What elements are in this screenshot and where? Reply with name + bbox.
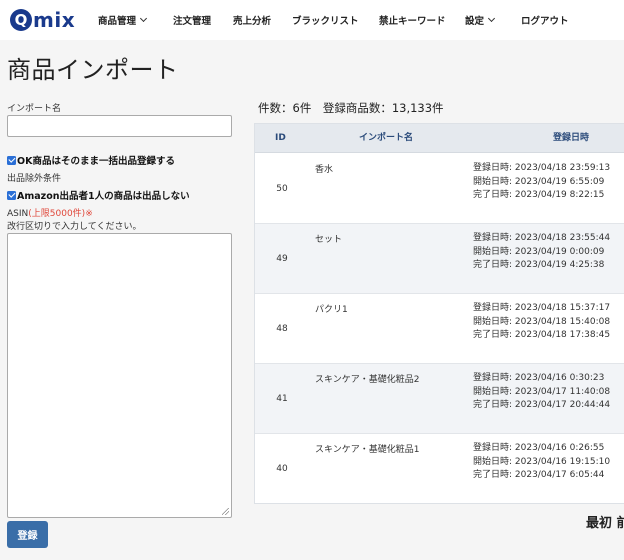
nav-logout[interactable]: ログアウト [521, 13, 569, 27]
completed-at: 完了日時: 2023/04/17 20:44:44 [473, 400, 611, 410]
completed-at: 完了日時: 2023/04/19 4:25:38 [473, 260, 605, 270]
column-header-import-name[interactable]: インポート名 [359, 124, 413, 153]
nav-label: 設定 [465, 16, 485, 27]
registered-at: 登録日時: 2023/04/16 0:30:23 [473, 373, 605, 383]
nav-settings[interactable]: 設定 [465, 13, 496, 27]
table-header: ID インポート名 登録日時 [255, 124, 624, 153]
registered-at: 登録日時: 2023/04/18 23:55:44 [473, 233, 611, 243]
amazon-seller-exclusion-label: Amazon出品者1人の商品は出品しない [17, 191, 190, 202]
row-import-name: 香水 [315, 165, 334, 175]
ok-bulk-listing-option[interactable]: OK商品はそのまま一括出品登録する [7, 153, 175, 167]
row-dates: 登録日時: 2023/04/16 0:30:23 開始日時: 2023/04/1… [473, 372, 610, 413]
qmix-logo[interactable]: Q mix [10, 8, 75, 32]
nav-label: ブラックリスト [292, 16, 359, 27]
row-dates: 登録日時: 2023/04/18 15:37:17 開始日時: 2023/04/… [473, 302, 610, 343]
asin-label-text: ASIN [7, 209, 29, 219]
completed-at: 完了日時: 2023/04/19 8:22:15 [473, 190, 605, 200]
import-table: ID インポート名 登録日時 50 香水 登録日時: 2023/04/18 23… [254, 123, 624, 504]
nav-order-management[interactable]: 注文管理 [173, 13, 211, 27]
row-import-name: パクリ1 [315, 305, 348, 315]
started-at: 開始日時: 2023/04/19 6:55:09 [473, 176, 605, 187]
row-id: 40 [276, 464, 288, 474]
column-header-id[interactable]: ID [275, 124, 286, 153]
completed-at: 完了日時: 2023/04/18 17:38:45 [473, 330, 611, 340]
started-at: 開始日時: 2023/04/18 15:40:08 [473, 316, 611, 327]
row-import-name: セット [315, 235, 343, 245]
registered-at: 登録日時: 2023/04/18 23:59:13 [473, 163, 611, 173]
top-navbar: Q mix 商品管理 注文管理 売上分析 ブラックリスト 禁止キーワード 設定 … [0, 0, 624, 40]
nav-blacklist[interactable]: ブラックリスト [292, 13, 359, 27]
registered-at: 登録日時: 2023/04/18 15:37:17 [473, 303, 611, 313]
column-header-registered-at[interactable]: 登録日時 [553, 124, 589, 153]
amazon-seller-exclusion-option[interactable]: Amazon出品者1人の商品は出品しない [7, 188, 190, 202]
row-id: 50 [276, 184, 288, 194]
pagination: 最初 前 [586, 512, 624, 531]
row-import-name: スキンケア・基礎化粧品2 [315, 375, 420, 385]
pager-first-link[interactable]: 最初 [586, 516, 612, 531]
ok-bulk-listing-checkbox[interactable] [7, 155, 16, 165]
table-row[interactable]: 40 スキンケア・基礎化粧品1 登録日時: 2023/04/16 0:26:55… [255, 434, 624, 503]
nav-label: ログアウト [521, 16, 569, 27]
pager-prev-link[interactable]: 前 [617, 516, 624, 531]
started-at: 開始日時: 2023/04/17 11:40:08 [473, 386, 611, 397]
ok-bulk-listing-label: OK商品はそのまま一括出品登録する [17, 156, 175, 167]
row-id: 41 [276, 394, 288, 404]
submit-button[interactable]: 登録 [7, 521, 48, 548]
nav-label: 商品管理 [98, 16, 137, 27]
row-dates: 登録日時: 2023/04/16 0:26:55 開始日時: 2023/04/1… [473, 442, 610, 483]
row-id: 48 [276, 324, 288, 334]
asin-textarea[interactable] [7, 233, 232, 518]
row-dates: 登録日時: 2023/04/18 23:55:44 開始日時: 2023/04/… [473, 232, 610, 273]
nav-product-management[interactable]: 商品管理 [98, 13, 148, 27]
import-name-input[interactable] [7, 115, 232, 137]
started-at: 開始日時: 2023/04/16 19:15:10 [473, 456, 611, 467]
table-row[interactable]: 48 パクリ1 登録日時: 2023/04/18 15:37:17 開始日時: … [255, 294, 624, 364]
table-row[interactable]: 49 セット 登録日時: 2023/04/18 23:55:44 開始日時: 2… [255, 224, 624, 294]
nav-banned-keywords[interactable]: 禁止キーワード [379, 13, 446, 27]
chevron-down-icon [139, 14, 148, 23]
completed-at: 完了日時: 2023/04/17 6:05:44 [473, 470, 605, 480]
nav-label: 禁止キーワード [379, 16, 446, 27]
nav-sales-analysis[interactable]: 売上分析 [233, 13, 271, 27]
nav-label: 注文管理 [173, 16, 212, 27]
table-row[interactable]: 50 香水 登録日時: 2023/04/18 23:59:13 開始日時: 20… [255, 154, 624, 224]
asin-hint: 改行区切りで入力してください。 [7, 222, 142, 232]
logo-text: mix [33, 8, 76, 32]
page-title: 商品インポート [7, 56, 179, 84]
chevron-down-icon [487, 14, 496, 23]
row-import-name: スキンケア・基礎化粧品1 [315, 445, 420, 455]
registered-at: 登録日時: 2023/04/16 0:26:55 [473, 443, 605, 453]
started-at: 開始日時: 2023/04/19 0:00:09 [473, 246, 605, 257]
asin-limit-note: (上限5000件)※ [28, 209, 93, 219]
table-row[interactable]: 41 スキンケア・基礎化粧品2 登録日時: 2023/04/16 0:30:23… [255, 364, 624, 434]
import-summary: 件数：6件 登録商品数：13,133件 [258, 101, 444, 115]
exclusion-conditions-label: 出品除外条件 [7, 174, 62, 184]
logo-mark: Q [10, 9, 32, 31]
nav-label: 売上分析 [233, 16, 272, 27]
asin-label: ASIN(上限5000件)※ [7, 206, 93, 219]
amazon-seller-exclusion-checkbox[interactable] [7, 190, 16, 200]
row-dates: 登録日時: 2023/04/18 23:59:13 開始日時: 2023/04/… [473, 162, 610, 203]
resize-grip-icon[interactable] [222, 508, 229, 515]
import-name-label: インポート名 [7, 104, 62, 114]
row-id: 49 [276, 254, 288, 264]
